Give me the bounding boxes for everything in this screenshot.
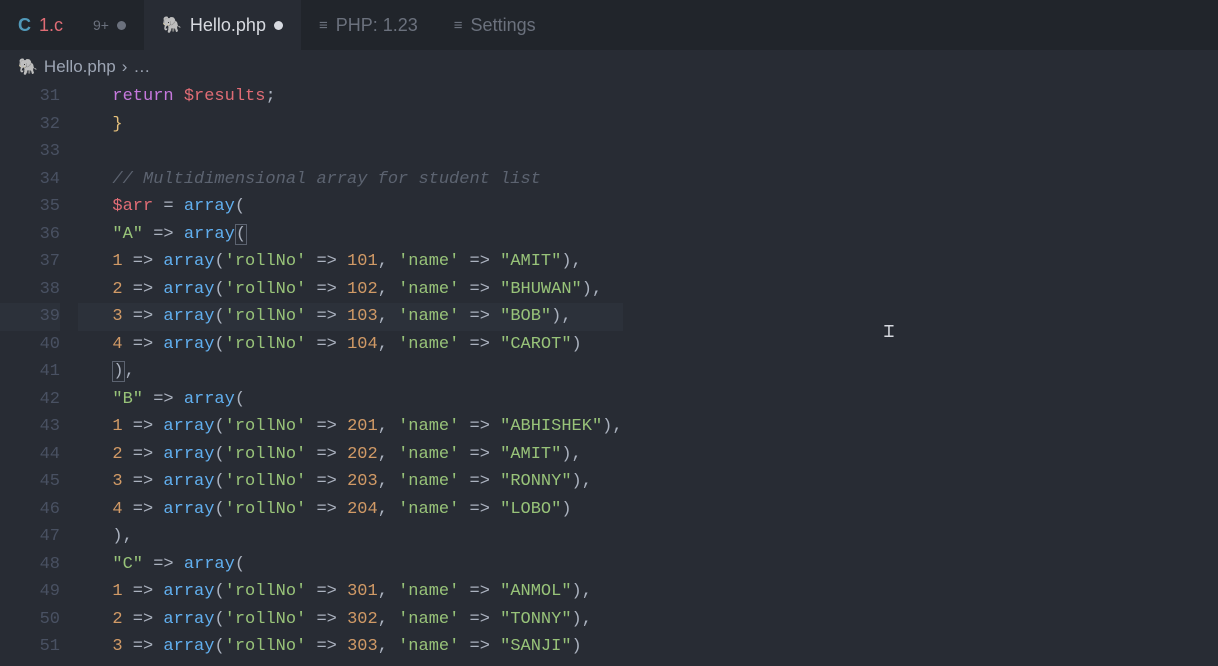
line-number: 38 bbox=[0, 276, 60, 304]
line-number: 43 bbox=[0, 413, 60, 441]
breadcrumb[interactable]: 🐘 Hello.php › … bbox=[0, 50, 1218, 83]
tab-dirty-dot bbox=[274, 21, 283, 30]
line-number: 35 bbox=[0, 193, 60, 221]
line-number: 50 bbox=[0, 606, 60, 634]
code-line[interactable]: 3 => array('rollNo' => 303, 'name' => "S… bbox=[78, 633, 623, 661]
code-line[interactable]: ), bbox=[78, 358, 623, 386]
code-line[interactable]: "A" => array( bbox=[78, 221, 623, 249]
line-number: 51 bbox=[0, 633, 60, 661]
lines-icon: ≡ bbox=[454, 17, 463, 34]
php-file-icon: 🐘 bbox=[18, 57, 38, 77]
tab-label: PHP: 1.23 bbox=[336, 15, 418, 36]
code-line[interactable]: 2 => array('rollNo' => 302, 'name' => "T… bbox=[78, 606, 623, 634]
line-number: 32 bbox=[0, 111, 60, 139]
line-number: 36 bbox=[0, 221, 60, 249]
tab-dirty-dot bbox=[117, 21, 126, 30]
code-line[interactable]: 4 => array('rollNo' => 104, 'name' => "C… bbox=[78, 331, 623, 359]
line-number: 47 bbox=[0, 523, 60, 551]
line-number: 44 bbox=[0, 441, 60, 469]
line-number: 33 bbox=[0, 138, 60, 166]
code-line[interactable]: } bbox=[78, 111, 623, 139]
tab-label: Settings bbox=[471, 15, 536, 36]
code-editor[interactable]: 3132333435363738394041424344454647484950… bbox=[0, 83, 1218, 661]
line-number: 49 bbox=[0, 578, 60, 606]
code-content[interactable]: return $results; } // Multidimensional a… bbox=[78, 83, 623, 661]
line-number: 31 bbox=[0, 83, 60, 111]
code-line[interactable]: 2 => array('rollNo' => 202, 'name' => "A… bbox=[78, 441, 623, 469]
tab-1c[interactable]: C 1.c 9+ bbox=[0, 0, 144, 50]
c-file-icon: C bbox=[18, 15, 31, 36]
text-cursor-icon: Ꮖ bbox=[884, 324, 895, 342]
line-number: 45 bbox=[0, 468, 60, 496]
code-line[interactable]: $arr = array( bbox=[78, 193, 623, 221]
line-number: 46 bbox=[0, 496, 60, 524]
code-line[interactable]: ), bbox=[78, 523, 623, 551]
line-number: 40 bbox=[0, 331, 60, 359]
code-line[interactable]: return $results; bbox=[78, 83, 623, 111]
line-number: 42 bbox=[0, 386, 60, 414]
code-line[interactable]: 3 => array('rollNo' => 203, 'name' => "R… bbox=[78, 468, 623, 496]
code-line[interactable]: "B" => array( bbox=[78, 386, 623, 414]
code-line[interactable]: 1 => array('rollNo' => 101, 'name' => "A… bbox=[78, 248, 623, 276]
tab-php-version[interactable]: ≡ PHP: 1.23 bbox=[301, 0, 436, 50]
code-line[interactable] bbox=[78, 138, 623, 166]
tab-label: 1.c bbox=[39, 15, 63, 36]
code-line[interactable]: 4 => array('rollNo' => 204, 'name' => "L… bbox=[78, 496, 623, 524]
code-line[interactable]: // Multidimensional array for student li… bbox=[78, 166, 623, 194]
tab-badge: 9+ bbox=[93, 17, 109, 33]
code-line[interactable]: 3 => array('rollNo' => 103, 'name' => "B… bbox=[78, 303, 623, 331]
breadcrumb-rest: … bbox=[133, 57, 150, 77]
line-number: 41 bbox=[0, 358, 60, 386]
code-line[interactable]: 1 => array('rollNo' => 301, 'name' => "A… bbox=[78, 578, 623, 606]
code-line[interactable]: 1 => array('rollNo' => 201, 'name' => "A… bbox=[78, 413, 623, 441]
breadcrumb-sep: › bbox=[122, 57, 128, 77]
tab-bar: C 1.c 9+ 🐘 Hello.php ≡ PHP: 1.23 ≡ Setti… bbox=[0, 0, 1218, 50]
line-number: 37 bbox=[0, 248, 60, 276]
code-line[interactable]: 2 => array('rollNo' => 102, 'name' => "B… bbox=[78, 276, 623, 304]
line-number: 48 bbox=[0, 551, 60, 579]
tab-label: Hello.php bbox=[190, 15, 266, 36]
lines-icon: ≡ bbox=[319, 17, 328, 34]
breadcrumb-file: Hello.php bbox=[44, 57, 116, 77]
tab-hello-php[interactable]: 🐘 Hello.php bbox=[144, 0, 301, 50]
php-file-icon: 🐘 bbox=[162, 15, 182, 35]
gutter: 3132333435363738394041424344454647484950… bbox=[0, 83, 78, 661]
tab-settings[interactable]: ≡ Settings bbox=[436, 0, 554, 50]
code-line[interactable]: "C" => array( bbox=[78, 551, 623, 579]
line-number: 34 bbox=[0, 166, 60, 194]
line-number: 39 bbox=[0, 303, 60, 331]
